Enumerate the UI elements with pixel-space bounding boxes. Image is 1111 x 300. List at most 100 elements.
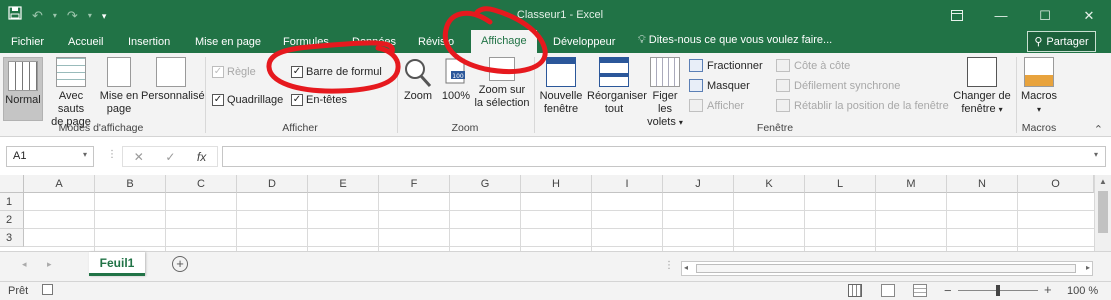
scroll-up-icon[interactable]: ▲ — [1099, 177, 1107, 186]
select-all-corner[interactable] — [0, 175, 24, 193]
horizontal-scrollbar[interactable]: ◂ ▸ — [681, 261, 1093, 276]
normal-view-status-icon[interactable] — [848, 284, 862, 297]
ruler-checkbox[interactable]: ✓ Règle — [212, 66, 256, 78]
headings-checkbox[interactable]: ✓ En-têtes — [291, 94, 347, 106]
tell-me-search[interactable]: 💡︎ Dites-nous ce que vous voulez faire..… — [638, 34, 832, 47]
scroll-right-icon[interactable]: ▸ — [1086, 263, 1090, 272]
grid-column-line — [804, 193, 805, 251]
vertical-scroll-thumb[interactable] — [1098, 191, 1108, 233]
freeze-panes-button[interactable]: Figer les volets ▾ — [644, 57, 686, 129]
zoom-in-icon[interactable]: + — [1044, 282, 1052, 297]
column-header[interactable]: A — [24, 175, 95, 193]
redo-icon[interactable]: ↷ — [67, 7, 78, 25]
column-header[interactable]: J — [663, 175, 734, 193]
collapse-ribbon-icon[interactable]: ⌃ — [1094, 123, 1103, 136]
side-by-side-button[interactable]: Côte à côte — [776, 59, 850, 72]
tab-fichier[interactable]: Fichier — [11, 34, 44, 53]
page-break-status-icon[interactable] — [913, 284, 927, 297]
maximize-icon[interactable]: ☐ — [1023, 0, 1067, 31]
custom-views-button[interactable]: Personnalisé — [141, 57, 205, 103]
sheet-nav-next-icon[interactable]: ▸ — [47, 259, 52, 270]
macro-record-icon[interactable] — [42, 284, 53, 295]
tab-accueil[interactable]: Accueil — [68, 34, 103, 53]
undo-dropdown-icon[interactable]: ▾ — [53, 7, 57, 25]
new-window-button[interactable]: Nouvelle fenêtre — [538, 57, 584, 116]
column-header[interactable]: K — [734, 175, 805, 193]
customize-qat-icon[interactable]: ▾ — [102, 7, 107, 25]
row-header[interactable]: 3 — [0, 229, 24, 247]
zoom-button[interactable]: Zoom — [401, 57, 435, 103]
undo-icon[interactable]: ↶ — [32, 7, 43, 25]
unhide-button[interactable]: Afficher — [689, 99, 744, 112]
column-header[interactable]: F — [379, 175, 450, 193]
column-header[interactable]: M — [876, 175, 947, 193]
page-layout-view-button[interactable]: Mise en page — [99, 57, 139, 116]
share-button[interactable]: ⚲ Partager — [1027, 31, 1096, 52]
close-icon[interactable]: ✕ — [1067, 0, 1111, 31]
enter-icon[interactable]: ✓ — [165, 150, 175, 164]
dropdown-arrow-icon: ▾ — [998, 105, 1003, 114]
column-header[interactable]: I — [592, 175, 663, 193]
formula-input[interactable] — [222, 146, 1106, 167]
switch-windows-button[interactable]: Changer de fenêtre ▾ — [952, 57, 1012, 116]
tab-affichage[interactable]: Affichage — [471, 30, 537, 53]
column-header[interactable]: H — [521, 175, 592, 193]
row-header[interactable]: 1 — [0, 193, 24, 211]
column-header[interactable]: L — [805, 175, 876, 193]
tab-split-grip-icon[interactable]: ⋮ — [664, 260, 674, 271]
zoom-100-label: 100% — [441, 90, 471, 102]
sheet-nav-prev-icon[interactable]: ◂ — [22, 259, 27, 270]
column-header[interactable]: D — [237, 175, 308, 193]
minimize-icon[interactable]: — — [979, 0, 1023, 31]
chevron-down-icon[interactable]: ▾ — [83, 150, 87, 163]
column-header[interactable]: E — [308, 175, 379, 193]
horizontal-scroll-thumb[interactable] — [696, 264, 1076, 273]
column-header[interactable]: C — [166, 175, 237, 193]
unhide-label: Afficher — [707, 99, 745, 112]
sync-scroll-button[interactable]: Défilement synchrone — [776, 79, 900, 92]
redo-dropdown-icon[interactable]: ▾ — [88, 7, 92, 25]
vertical-scrollbar[interactable]: ▲ — [1094, 175, 1111, 251]
tab-mise-en-page[interactable]: Mise en page — [195, 34, 261, 53]
column-header[interactable]: G — [450, 175, 521, 193]
scroll-left-icon[interactable]: ◂ — [684, 263, 688, 272]
zoom-level[interactable]: 100 % — [1067, 285, 1098, 297]
zoom-slider[interactable] — [958, 285, 1038, 296]
tab-donnees[interactable]: Données — [352, 34, 396, 53]
sheet-tab-feuil1[interactable]: Feuil1 — [89, 252, 145, 276]
page-layout-status-icon[interactable] — [881, 284, 895, 297]
tab-developpeur[interactable]: Développeur — [553, 34, 615, 53]
ribbon-separator — [534, 57, 535, 133]
insert-function-button[interactable]: fx — [197, 150, 206, 164]
column-header[interactable]: B — [95, 175, 166, 193]
name-box[interactable]: A1 ▾ — [6, 146, 94, 167]
column-header[interactable]: N — [947, 175, 1018, 193]
switch-windows-label-2-wrap: fenêtre ▾ — [952, 103, 1012, 116]
cancel-icon[interactable]: ✕ — [134, 150, 144, 164]
hide-button[interactable]: Masquer — [689, 79, 750, 92]
tab-insertion[interactable]: Insertion — [128, 34, 170, 53]
zoom-slider-thumb[interactable] — [996, 285, 1000, 296]
arrange-all-button[interactable]: Réorganiser tout — [587, 57, 647, 116]
formula-bar-checkbox[interactable]: ✓ Barre de formul — [291, 66, 382, 78]
page-break-view-button[interactable]: Avec sauts de page — [45, 57, 97, 129]
window-controls: — ☐ ✕ — [935, 0, 1111, 31]
tab-revision[interactable]: Révisio — [418, 34, 454, 53]
tab-formules[interactable]: Formules — [283, 34, 329, 53]
reset-window-position-button[interactable]: Rétablir la position de la fenêtre — [776, 99, 949, 112]
worksheet-grid[interactable]: ABCDEFGHIJKLMNO 123 ▲ — [0, 175, 1111, 251]
add-sheet-icon[interactable]: + — [172, 256, 188, 272]
split-button[interactable]: Fractionner — [689, 59, 763, 72]
row-header[interactable]: 2 — [0, 211, 24, 229]
normal-view-button[interactable]: Normal — [3, 57, 43, 121]
column-header[interactable]: O — [1018, 175, 1094, 193]
gridlines-label: Quadrillage — [227, 94, 284, 106]
zoom-out-icon[interactable]: − — [944, 283, 952, 298]
macros-button[interactable]: Macros ▾ — [1020, 57, 1058, 116]
zoom-selection-button[interactable]: Zoom sur la sélection — [474, 57, 530, 110]
gridlines-checkbox[interactable]: ✓ Quadrillage — [212, 94, 283, 106]
expand-formula-bar-icon[interactable]: ▾ — [1094, 150, 1098, 159]
zoom-100-button[interactable]: 100 100% — [439, 57, 473, 103]
save-icon[interactable] — [8, 6, 22, 25]
ribbon-display-options-icon[interactable] — [935, 0, 979, 31]
